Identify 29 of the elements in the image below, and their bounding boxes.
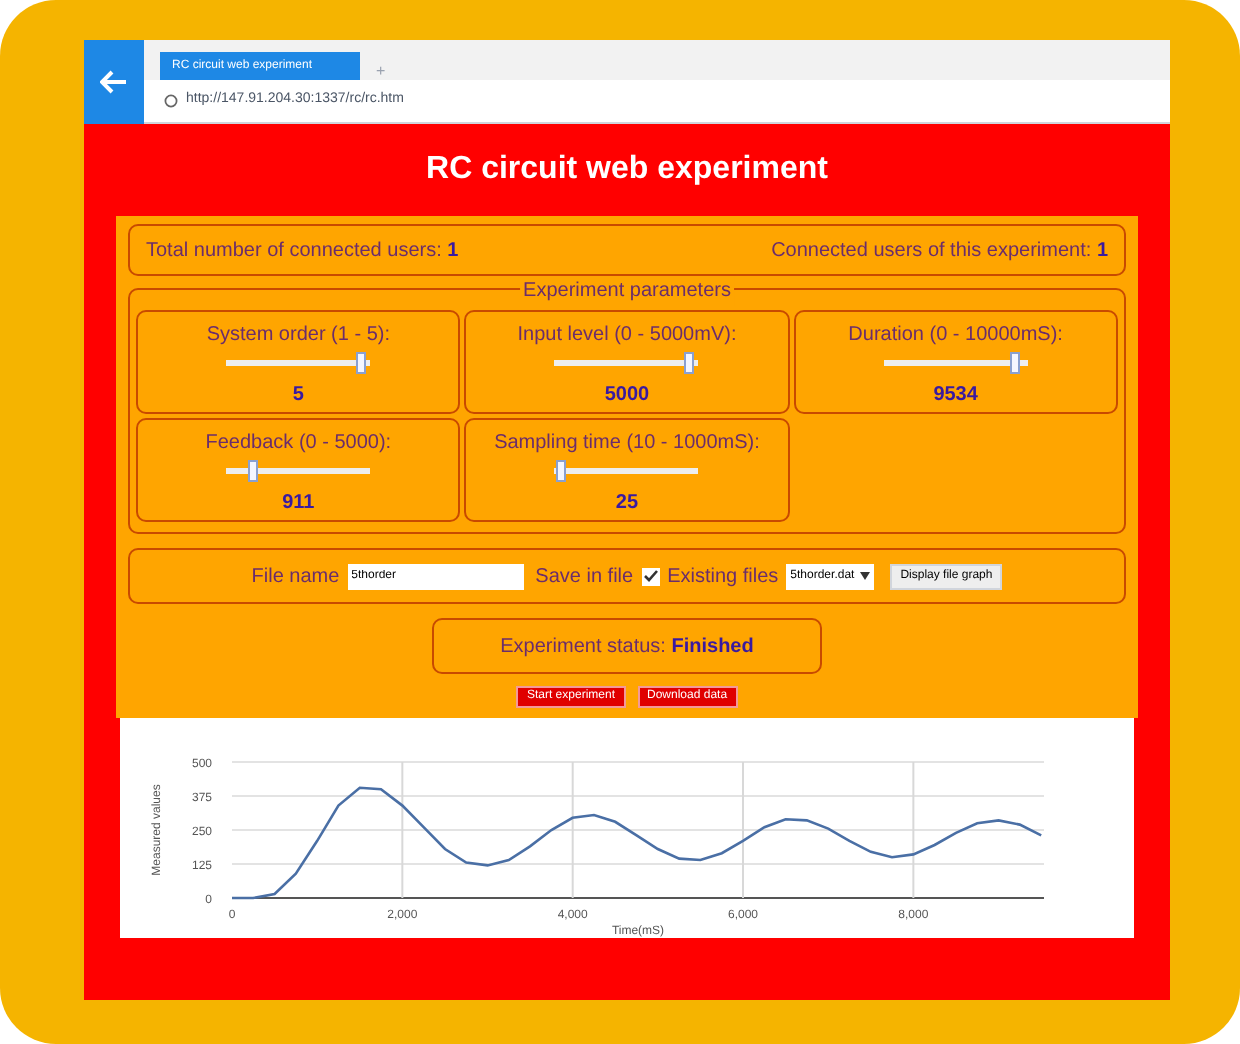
existing-files-label: Existing files [667,563,779,591]
users-count-text: Total number of connected users: 1 [146,237,459,265]
slider-thumb[interactable] [1010,352,1021,374]
parameter-label: Feedback (0 - 5000): [205,430,392,458]
status-text: Experiment status: Finished [500,633,754,661]
save-checkbox[interactable] [641,567,660,585]
parameter-value: 5000 [604,382,650,410]
parameter-label: Duration (0 - 10000mS): [848,322,1063,350]
parameter-value: 5 [292,382,304,410]
back-arrow-icon [100,70,128,94]
parameter-value: 9534 [933,382,978,410]
back-button[interactable] [84,40,144,124]
slider-thumb[interactable] [555,460,566,482]
save-label: Save in file [535,563,634,591]
check-icon [643,570,658,582]
slider-thumb[interactable] [356,352,367,374]
page-title: RC circuit web experiment [426,150,828,190]
users-count-text: Connected users of this experiment: 1 [771,237,1108,265]
slider-thumb[interactable] [684,352,695,374]
parameter-value: 25 [615,490,639,518]
file-name-label: File name [251,563,340,591]
parameter-label: System order (1 - 5): [206,322,391,350]
parameter-label: Input level (0 - 5000mV): [517,322,737,350]
parameters-legend: Experiment parameters [519,276,735,306]
slider-thumb[interactable] [248,460,259,482]
parameter-label: Sampling time (10 - 1000mS): [494,430,760,458]
parameter-value: 911 [282,490,315,518]
caret-icon [860,572,871,580]
info-icon [164,94,178,108]
